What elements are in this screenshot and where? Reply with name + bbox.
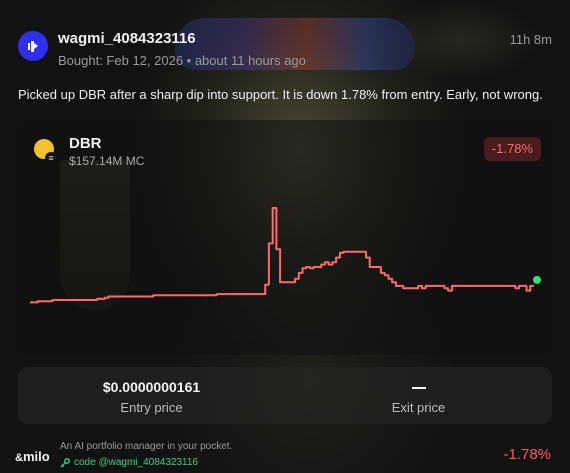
footer: &milo An AI portfolio manager in your po… xyxy=(0,438,570,473)
token-symbol: DBR xyxy=(69,135,102,152)
empty-value-dash xyxy=(411,387,426,390)
avatar[interactable] xyxy=(18,31,48,61)
price-chart xyxy=(30,207,541,304)
token-icon: ≡ xyxy=(32,139,58,165)
token-card[interactable]: ≡ DBR $157.14M MC -1.78% xyxy=(18,120,552,355)
key-icon xyxy=(60,457,70,467)
brand-logo[interactable]: &milo xyxy=(15,449,50,464)
brand-name: milo xyxy=(22,449,50,464)
brand-tagline: An AI portfolio manager in your pocket. xyxy=(60,441,233,452)
exit-price-label: Exit price xyxy=(391,400,446,415)
referral-code-text: code @wagmi_4084323116 xyxy=(74,457,198,468)
footer-change: -1.78% xyxy=(503,446,551,463)
entry-price-label: Entry price xyxy=(120,400,183,415)
current-price-dot xyxy=(533,275,541,284)
price-line xyxy=(30,207,534,304)
entry-stat: $0.0000000161 Entry price xyxy=(18,379,285,415)
menu-icon: ≡ xyxy=(45,152,57,164)
entry-price-value: $0.0000000161 xyxy=(102,379,201,395)
change-badge: -1.78% xyxy=(483,137,541,161)
bought-date: Bought: Feb 12, 2026 • about 11 hours ag… xyxy=(58,53,306,68)
exit-price-value xyxy=(285,379,552,396)
trade-stats: $0.0000000161 Entry price Exit price xyxy=(18,367,552,424)
token-market-cap: $157.14M MC xyxy=(69,154,145,168)
exit-stat: Exit price xyxy=(285,379,552,415)
referral-code[interactable]: code @wagmi_4084323116 xyxy=(60,457,198,468)
milo-logo-icon xyxy=(28,41,38,52)
post-message: Picked up DBR after a sharp dip into sup… xyxy=(18,87,543,102)
post-header: wagmi_4084323116 Bought: Feb 12, 2026 • … xyxy=(18,29,552,71)
username[interactable]: wagmi_4084323116 xyxy=(58,30,196,47)
time-ago: 11h 8m xyxy=(509,32,552,47)
